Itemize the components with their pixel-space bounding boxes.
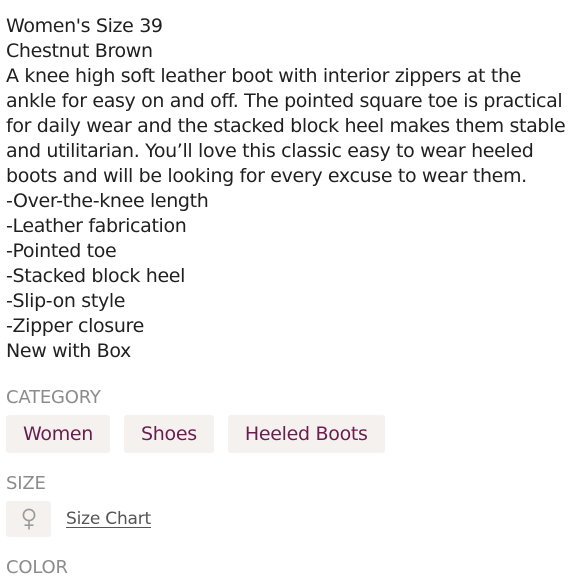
color-line: Chestnut Brown	[6, 40, 153, 62]
category-chip-women[interactable]: Women	[6, 415, 111, 453]
feature-item: -Zipper closure	[6, 315, 144, 337]
feature-item: -Slip-on style	[6, 290, 126, 312]
female-symbol-icon	[22, 508, 35, 530]
size-chip[interactable]	[6, 501, 51, 537]
category-heading: CATEGORY	[6, 387, 101, 408]
description-line: and utilitarian. You’ll love this classi…	[6, 140, 534, 162]
product-description: Women's Size 39 Chestnut Brown A knee hi…	[6, 14, 576, 364]
description-line: ankle for easy on and off. The pointed s…	[6, 90, 563, 112]
category-chip-shoes[interactable]: Shoes	[124, 415, 214, 453]
feature-item: -Over-the-knee length	[6, 190, 209, 212]
size-chart-link[interactable]: Size Chart	[66, 509, 151, 529]
feature-item: -Leather fabrication	[6, 215, 187, 237]
condition-line: New with Box	[6, 340, 131, 362]
size-heading: SIZE	[6, 473, 46, 494]
description-line: A knee high soft leather boot with inter…	[6, 65, 521, 87]
feature-item: -Pointed toe	[6, 240, 117, 262]
size-line: Women's Size 39	[6, 15, 163, 37]
feature-item: -Stacked block heel	[6, 265, 186, 287]
description-line: for daily wear and the stacked block hee…	[6, 115, 566, 137]
color-heading: COLOR	[6, 557, 68, 578]
size-row: Size Chart	[6, 500, 151, 538]
category-chips: Women Shoes Heeled Boots	[6, 415, 385, 453]
description-line: boots and will be looking for every excu…	[6, 165, 527, 187]
category-chip-heeled-boots[interactable]: Heeled Boots	[227, 415, 385, 453]
